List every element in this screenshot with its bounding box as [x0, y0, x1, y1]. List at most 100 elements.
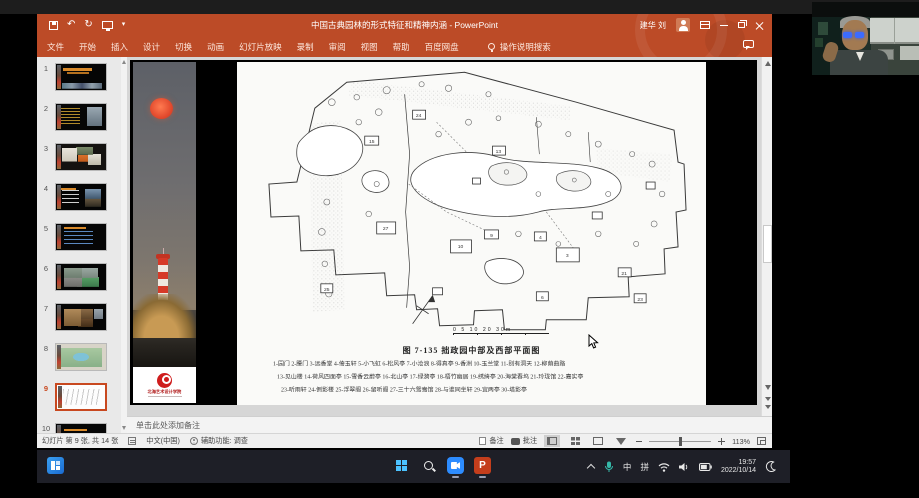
system-tray: 中 拼 19:57 2022/10/14	[588, 450, 776, 483]
ribbon-display-options-icon[interactable]	[700, 21, 710, 29]
tab-view[interactable]: 视图	[361, 41, 378, 53]
spell-check-icon[interactable]	[128, 437, 136, 445]
ime-mode-indicator[interactable]: 拼	[640, 461, 649, 473]
title-bar: ↶ ↻ ▾ 中国古典园林的形式特征和精神内涵 - PowerPoint 建华 刘	[37, 14, 772, 36]
reading-view-button[interactable]	[590, 435, 606, 447]
ime-language-indicator[interactable]: 中	[623, 461, 632, 473]
tab-insert[interactable]: 插入	[111, 41, 128, 53]
close-button[interactable]	[755, 21, 764, 30]
glasses-lens	[843, 32, 852, 38]
thumbnail-slide-8[interactable]: 8	[37, 343, 121, 377]
accessibility-status[interactable]: 辅助功能: 调查	[190, 436, 248, 446]
start-slideshow-icon[interactable]	[102, 21, 113, 29]
zoom-in-button[interactable]	[718, 438, 725, 445]
slide-editor-canvas: 北海艺术设计学院	[127, 57, 772, 416]
speaker-icon[interactable]	[679, 462, 690, 472]
notes-icon	[479, 437, 486, 445]
thumbnail-slide-4[interactable]: 4	[37, 183, 121, 217]
lightbulb-icon	[488, 43, 495, 50]
thumbnail-slide-1[interactable]: 1	[37, 63, 121, 97]
tab-file[interactable]: 文件	[47, 41, 64, 53]
clock-time: 19:57	[721, 459, 756, 467]
thumbnail-slide-6[interactable]: 6	[37, 263, 121, 297]
microphone-icon[interactable]	[604, 461, 614, 473]
thumbnail-slide-9[interactable]: 9	[37, 383, 121, 417]
zoom-out-button[interactable]	[636, 441, 642, 442]
thumbnail-slide-5[interactable]: 5	[37, 223, 121, 257]
tab-design[interactable]: 设计	[143, 41, 160, 53]
scroll-down-icon[interactable]	[122, 426, 126, 430]
ribbon-tab-bar: 文件 开始 插入 设计 切换 动画 幻灯片放映 录制 审阅 视图 帮助 百度网盘…	[37, 36, 772, 57]
widgets-button[interactable]	[47, 457, 64, 474]
scroll-up-icon[interactable]	[122, 60, 126, 64]
powerpoint-taskbar-button[interactable]	[474, 457, 491, 474]
next-slide-icon[interactable]	[765, 405, 771, 409]
thumbnail-slide-10[interactable]: 10	[37, 423, 121, 433]
normal-view-button[interactable]	[544, 435, 560, 447]
scroll-up-icon[interactable]	[765, 61, 771, 66]
customize-qat-icon[interactable]: ▾	[122, 20, 126, 30]
school-logo-box: 北海艺术设计学院	[133, 367, 196, 403]
thumbnail-slide-3[interactable]: 3	[37, 143, 121, 177]
current-slide[interactable]: 北海艺术设计学院	[130, 60, 757, 405]
slideshow-icon	[616, 438, 626, 445]
plan-label: 15	[369, 139, 375, 145]
plan-label: 24	[416, 113, 422, 119]
slide-number: 6	[37, 263, 55, 297]
taskbar-search-button[interactable]	[420, 457, 437, 474]
notes-toggle[interactable]: 备注	[479, 436, 503, 446]
undo-icon[interactable]: ↶	[67, 20, 75, 30]
tab-record[interactable]: 录制	[297, 41, 314, 53]
notes-placeholder: 单击此处添加备注	[136, 420, 200, 431]
language-label[interactable]: 中文(中国)	[146, 436, 180, 446]
tab-slideshow[interactable]: 幻灯片放映	[239, 41, 282, 53]
account-avatar[interactable]	[676, 18, 690, 32]
tab-transitions[interactable]: 切换	[175, 41, 192, 53]
redo-icon[interactable]: ↻	[84, 20, 92, 30]
account-name[interactable]: 建华 刘	[640, 20, 666, 31]
tell-me-search[interactable]: 操作说明搜索	[488, 41, 551, 53]
fit-slide-to-window-icon[interactable]	[757, 437, 766, 445]
restore-button[interactable]	[738, 22, 745, 28]
focus-assist-moon-icon[interactable]	[765, 461, 776, 472]
scrollbar-thumb[interactable]	[763, 225, 772, 263]
slide-number: 4	[37, 183, 55, 217]
plan-label: 3	[566, 253, 569, 259]
accessibility-icon	[190, 437, 198, 445]
tab-animations[interactable]: 动画	[207, 41, 224, 53]
tab-review[interactable]: 审阅	[329, 41, 346, 53]
thumbnail-slide-7[interactable]: 7	[37, 303, 121, 337]
taskbar-clock[interactable]: 19:57 2022/10/14	[721, 459, 756, 475]
comments-icon[interactable]	[743, 40, 754, 48]
battery-icon[interactable]	[699, 463, 712, 471]
tab-baidu-netdisk[interactable]: 百度网盘	[425, 41, 459, 53]
scroll-down-icon[interactable]	[765, 385, 771, 390]
start-button[interactable]	[393, 457, 410, 474]
minimize-button[interactable]	[720, 25, 728, 26]
wifi-icon[interactable]	[658, 462, 670, 472]
tray-overflow-icon[interactable]	[588, 463, 595, 470]
meeting-app-button[interactable]	[447, 457, 464, 474]
thumbnail-slide-2[interactable]: 2	[37, 103, 121, 137]
slide-thumbnail-panel: 1 2 3 4 5 6 7 8 9 10	[37, 57, 121, 433]
slide-number: 1	[37, 63, 55, 97]
slideshow-view-button[interactable]	[613, 435, 629, 447]
figure-caption: 图 7-135 拙政园中部及西部平面图	[237, 345, 706, 356]
save-icon[interactable]	[49, 21, 58, 30]
notes-pane[interactable]: 单击此处添加备注	[127, 416, 772, 433]
reading-view-icon	[593, 437, 603, 445]
slide-number: 2	[37, 103, 55, 137]
zoom-level-label[interactable]: 113%	[732, 437, 750, 446]
comments-toggle[interactable]: 批注	[511, 436, 537, 446]
slide-sorter-view-button[interactable]	[567, 435, 583, 447]
tab-home[interactable]: 开始	[79, 41, 96, 53]
zoom-slider[interactable]	[649, 441, 711, 442]
editor-vertical-scrollbar[interactable]	[761, 57, 772, 416]
previous-slide-icon[interactable]	[765, 397, 771, 401]
slide-position-label[interactable]: 幻灯片 第 9 张, 共 14 张	[42, 436, 118, 446]
school-logo-subline	[148, 396, 182, 398]
zoom-slider-handle[interactable]	[679, 437, 682, 446]
presenter-webcam-video[interactable]	[812, 2, 919, 75]
plan-label: 4	[539, 235, 542, 241]
tab-help[interactable]: 帮助	[393, 41, 410, 53]
